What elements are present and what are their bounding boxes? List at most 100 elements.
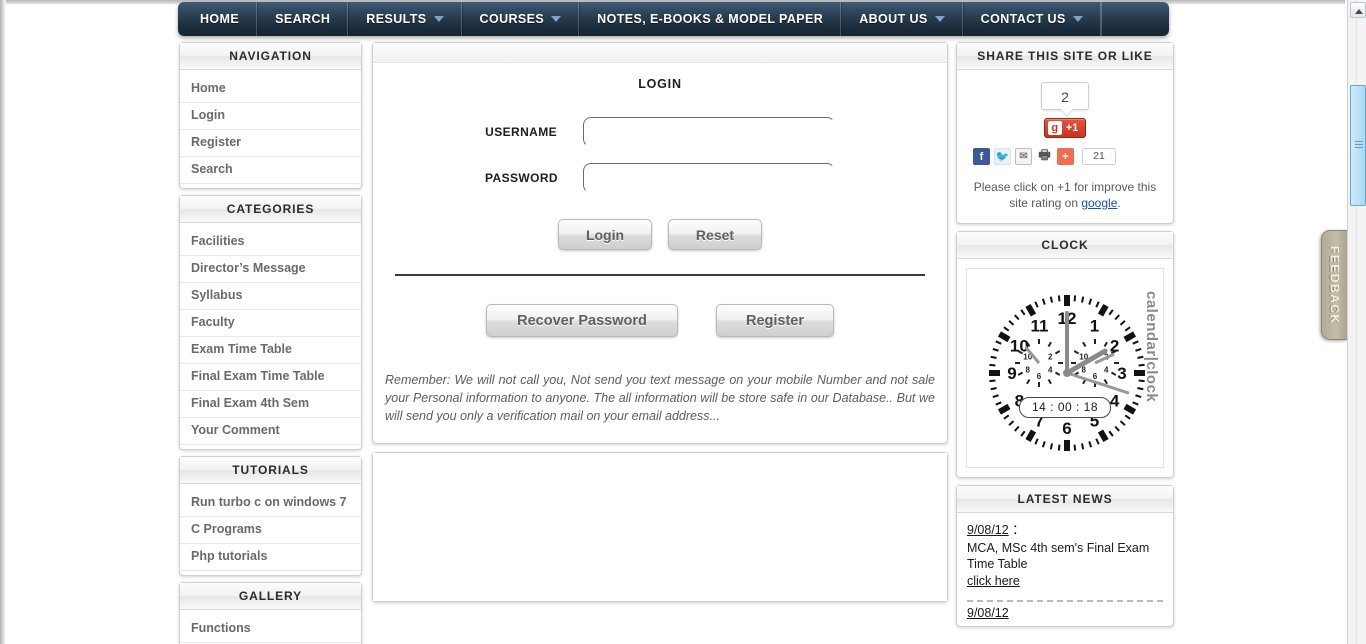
nav-item-courses[interactable]: COURSES — [461, 2, 580, 36]
login-card-strip — [373, 43, 947, 63]
scrollbar-grip-icon — [1355, 141, 1363, 148]
nav-item-contact-us[interactable]: CONTACT US — [962, 2, 1101, 36]
news-item: 9/08/12 : MCA, MSc 4th sem's Final Exam … — [967, 521, 1163, 590]
sidebar-tutorials-list: Run turbo c on windows 7 C Programs Php … — [180, 484, 361, 575]
latest-news-title: LATEST NEWS — [957, 486, 1173, 513]
sidebar-item-facilities[interactable]: Facilities — [180, 229, 361, 256]
clock-panel-title: CLOCK — [957, 232, 1173, 259]
sidebar-item-syllabus[interactable]: Syllabus — [180, 283, 361, 310]
sidebar-item-faculty[interactable]: Faculty — [180, 310, 361, 337]
sidebar-item-search[interactable]: Search — [180, 157, 361, 184]
twitter-icon[interactable]: 🐦 — [994, 148, 1011, 165]
share-icon-row: f 🐦 ✉ 🖶 + 21 — [967, 147, 1163, 165]
google-icon: g — [1047, 121, 1062, 135]
sidebar-item-your-comment[interactable]: Your Comment — [180, 418, 361, 445]
svg-text:4: 4 — [1110, 392, 1120, 411]
recover-password-button[interactable]: Recover Password — [486, 304, 678, 337]
clock-panel-body: 121234567891011 102468 102468 calendar|c… — [957, 259, 1173, 477]
sidebar-categories-list: Facilities Director’s Message Syllabus F… — [180, 223, 361, 449]
nav-item-label: COURSES — [479, 12, 545, 26]
email-icon[interactable]: ✉ — [1015, 148, 1032, 165]
password-input[interactable] — [583, 163, 835, 193]
secondary-actions: Recover Password Register — [373, 304, 947, 337]
share-count-badge: 21 — [1082, 148, 1116, 165]
news-divider — [967, 600, 1163, 602]
share-panel-title: SHARE THIS SITE OR LIKE — [957, 43, 1173, 70]
nav-item-label: NOTES, E-BOOKS & MODEL PAPER — [597, 12, 824, 26]
sidebar-panel-categories: CATEGORIES Facilities Director’s Message… — [179, 195, 362, 450]
svg-text:6: 6 — [1062, 419, 1071, 438]
top-navigation-bar: HOME SEARCH RESULTS COURSES NOTES, E-BOO… — [178, 2, 1169, 36]
nav-item-results[interactable]: RESULTS — [348, 2, 462, 36]
scrollbar-thumb[interactable] — [1350, 85, 1366, 206]
nav-item-search[interactable]: SEARCH — [257, 2, 349, 36]
username-input[interactable] — [583, 117, 835, 147]
sidebar-item-exam-time-table[interactable]: Exam Time Table — [180, 337, 361, 364]
svg-text:9: 9 — [1007, 364, 1016, 383]
sidebar-item-c-programs[interactable]: C Programs — [180, 517, 361, 544]
sidebar-item-final-exam-4th-sem[interactable]: Final Exam 4th Sem — [180, 391, 361, 418]
nav-item-label: HOME — [200, 12, 240, 26]
print-icon[interactable]: 🖶 — [1036, 147, 1053, 165]
news-click-here-link[interactable]: click here — [967, 574, 1020, 588]
reset-button[interactable]: Reset — [668, 219, 762, 250]
share-panel-body: 2 g +1 f 🐦 ✉ 🖶 + 21 Please click on +1 f… — [957, 70, 1173, 223]
google-plus-one-button[interactable]: g +1 — [1043, 118, 1087, 138]
secondary-blank-card-body — [373, 453, 947, 601]
vertical-scrollbar[interactable] — [1347, 0, 1366, 644]
page-edge-left — [0, 0, 6, 644]
sidebar-navigation-title: NAVIGATION — [180, 43, 361, 70]
news-next-date: 9/08/12 — [967, 606, 1009, 620]
password-label: PASSWORD — [485, 171, 558, 185]
sidebar-categories-title: CATEGORIES — [180, 196, 361, 223]
sidebar-item-home[interactable]: Home — [180, 76, 361, 103]
sidebar-panel-tutorials: TUTORIALS Run turbo c on windows 7 C Pro… — [179, 456, 362, 576]
addthis-icon[interactable]: + — [1057, 148, 1074, 165]
login-card: LOGIN USERNAME PASSWORD Login Reset Reco… — [372, 42, 948, 444]
page-title: LOGIN — [638, 77, 682, 91]
sidebar-item-login[interactable]: Login — [180, 103, 361, 130]
login-button[interactable]: Login — [558, 219, 652, 250]
clock-panel: CLOCK 121234567891011 102468 102468 — [956, 231, 1174, 478]
password-row: PASSWORD — [373, 163, 947, 193]
share-note: Please click on +1 for improve this site… — [967, 179, 1163, 211]
clock-widget: 121234567891011 102468 102468 calendar|c… — [966, 268, 1164, 468]
svg-text:4: 4 — [1104, 366, 1109, 375]
sidebar-item-register[interactable]: Register — [180, 130, 361, 157]
nav-item-label: CONTACT US — [980, 12, 1066, 26]
svg-text:6: 6 — [1037, 372, 1042, 381]
chevron-down-icon — [934, 16, 945, 22]
nav-item-label: RESULTS — [366, 12, 427, 26]
plus-one-count-bubble: 2 — [1041, 82, 1089, 110]
nav-item-notes-ebooks-model-paper[interactable]: NOTES, E-BOOKS & MODEL PAPER — [579, 2, 842, 36]
svg-text:4: 4 — [1048, 366, 1053, 375]
analog-clock-face: 121234567891011 102468 102468 — [989, 295, 1145, 451]
sidebar-item-final-exam-time-table[interactable]: Final Exam Time Table — [180, 364, 361, 391]
chevron-down-icon — [551, 16, 562, 22]
nav-item-label: ABOUT US — [859, 12, 928, 26]
section-divider — [395, 274, 925, 276]
digital-time-display: 14 : 00 : 18 — [1019, 397, 1111, 418]
sidebar-tutorials-title: TUTORIALS — [180, 457, 361, 484]
share-note-suffix: . — [1117, 196, 1121, 210]
news-date: 9/08/12 — [967, 523, 1009, 537]
share-note-prefix: Please click on +1 for improve this site… — [973, 180, 1157, 210]
nav-item-about-us[interactable]: ABOUT US — [841, 2, 963, 36]
share-panel: SHARE THIS SITE OR LIKE 2 g +1 f 🐦 ✉ 🖶 +… — [956, 42, 1174, 224]
nav-item-home[interactable]: HOME — [178, 2, 258, 36]
sidebar-item-functions[interactable]: Functions — [180, 616, 361, 643]
svg-text:8: 8 — [1026, 366, 1031, 375]
username-label: USERNAME — [485, 125, 557, 139]
news-colon: : — [1008, 521, 1018, 538]
facebook-icon[interactable]: f — [973, 148, 990, 165]
google-link[interactable]: google — [1081, 196, 1117, 210]
sidebar-item-directors-message[interactable]: Director’s Message — [180, 256, 361, 283]
sidebar-item-php-tutorials[interactable]: Php tutorials — [180, 544, 361, 571]
sidebar-item-run-turbo-c[interactable]: Run turbo c on windows 7 — [180, 490, 361, 517]
scroll-up-button[interactable] — [1350, 2, 1366, 18]
latest-news-panel: LATEST NEWS 9/08/12 : MCA, MSc 4th sem's… — [956, 485, 1174, 627]
sidebar-panel-gallery: GALLERY Functions — [179, 582, 362, 644]
feedback-tab[interactable]: FEEDBACK — [1321, 230, 1347, 340]
page-root: HOME SEARCH RESULTS COURSES NOTES, E-BOO… — [0, 0, 1366, 644]
register-button[interactable]: Register — [716, 304, 834, 337]
